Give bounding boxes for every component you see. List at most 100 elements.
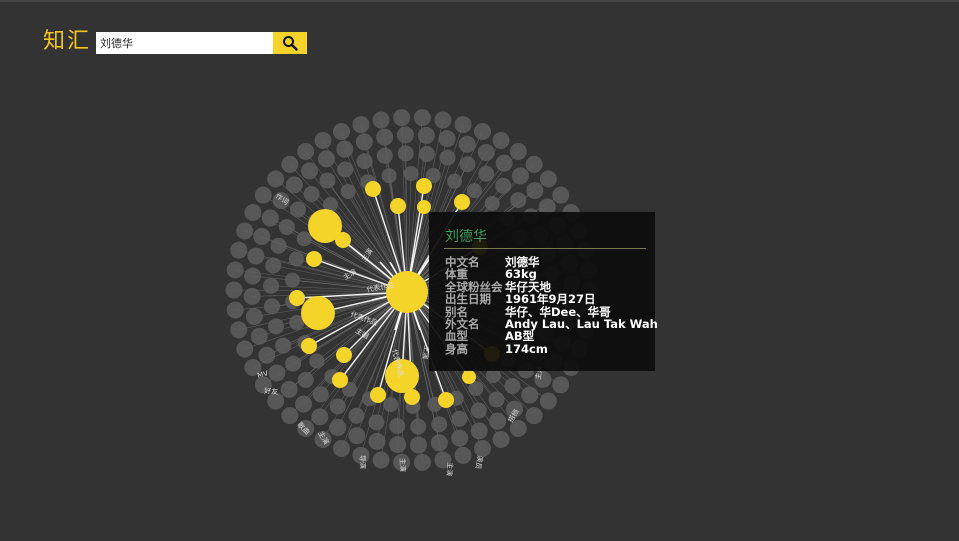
graph-node[interactable] xyxy=(418,145,435,162)
graph-node[interactable] xyxy=(311,408,329,426)
graph-node[interactable] xyxy=(430,434,448,452)
graph-node[interactable] xyxy=(417,126,435,144)
graph-node[interactable] xyxy=(263,277,280,294)
graph-node[interactable] xyxy=(368,432,386,450)
graph-node[interactable] xyxy=(253,228,271,246)
graph-node[interactable] xyxy=(552,186,570,204)
graph-node[interactable] xyxy=(300,162,318,180)
graph-node[interactable] xyxy=(510,192,527,209)
graph-node[interactable] xyxy=(492,131,510,149)
graph-node[interactable] xyxy=(439,149,456,166)
graph-node[interactable] xyxy=(247,247,265,265)
graph-node[interactable] xyxy=(539,392,557,410)
graph-node[interactable] xyxy=(413,453,431,471)
graph-entity-node[interactable] xyxy=(365,181,381,197)
graph-node[interactable] xyxy=(410,436,428,454)
graph-node[interactable] xyxy=(264,298,281,315)
graph-entity-node[interactable] xyxy=(370,387,386,403)
graph-node[interactable] xyxy=(285,176,303,194)
graph-node[interactable] xyxy=(244,267,262,285)
graph-node[interactable] xyxy=(466,183,482,199)
graph-center-node[interactable] xyxy=(386,271,428,313)
graph-node[interactable] xyxy=(348,407,365,424)
graph-node[interactable] xyxy=(265,257,282,274)
graph-node[interactable] xyxy=(458,135,476,153)
graph-node[interactable] xyxy=(275,337,292,354)
graph-node[interactable] xyxy=(451,410,468,427)
graph-node[interactable] xyxy=(447,173,463,189)
graph-node[interactable] xyxy=(340,183,356,199)
graph-node[interactable] xyxy=(431,416,448,433)
graph-node[interactable] xyxy=(236,340,254,358)
graph-node[interactable] xyxy=(539,170,557,188)
graph-node[interactable] xyxy=(509,143,527,161)
graph-node[interactable] xyxy=(393,109,411,127)
graph-node[interactable] xyxy=(261,209,279,227)
graph-node[interactable] xyxy=(470,402,487,419)
graph-entity-node[interactable] xyxy=(390,198,406,214)
graph-node[interactable] xyxy=(525,407,543,425)
graph-node[interactable] xyxy=(470,422,488,440)
graph-node[interactable] xyxy=(488,391,505,408)
graph-node[interactable] xyxy=(355,133,373,151)
graph-node[interactable] xyxy=(268,364,286,382)
graph-node[interactable] xyxy=(403,166,419,182)
graph-node[interactable] xyxy=(477,144,495,162)
graph-node[interactable] xyxy=(297,143,315,161)
graph-node[interactable] xyxy=(268,318,285,335)
graph-node[interactable] xyxy=(243,287,261,305)
graph-node[interactable] xyxy=(376,128,394,146)
graph-node[interactable] xyxy=(396,126,414,144)
graph-entity-node[interactable] xyxy=(404,389,420,405)
graph-entity-node[interactable] xyxy=(289,290,305,306)
graph-node[interactable] xyxy=(474,122,492,140)
graph-node[interactable] xyxy=(337,161,354,178)
graph-node[interactable] xyxy=(245,308,263,326)
graph-node[interactable] xyxy=(329,398,346,415)
graph-node[interactable] xyxy=(413,109,431,127)
graph-node[interactable] xyxy=(226,261,244,279)
graph-node[interactable] xyxy=(495,177,512,194)
graph-node[interactable] xyxy=(552,376,570,394)
graph-node[interactable] xyxy=(329,418,347,436)
graph-entity-node[interactable] xyxy=(332,372,348,388)
graph-node[interactable] xyxy=(495,154,513,172)
graph-node[interactable] xyxy=(332,122,350,140)
graph-node[interactable] xyxy=(521,386,539,404)
graph-node[interactable] xyxy=(332,440,350,458)
graph-node[interactable] xyxy=(389,418,406,435)
graph-node[interactable] xyxy=(478,165,495,182)
graph-node[interactable] xyxy=(296,231,312,247)
graph-entity-node[interactable] xyxy=(416,178,432,194)
graph-entity-node[interactable] xyxy=(438,392,454,408)
graph-node[interactable] xyxy=(270,237,287,254)
graph-entity-node[interactable] xyxy=(301,338,317,354)
graph-node[interactable] xyxy=(352,116,370,134)
graph-node[interactable] xyxy=(309,353,325,369)
graph-node[interactable] xyxy=(278,218,295,235)
graph-node[interactable] xyxy=(348,427,366,445)
graph-node[interactable] xyxy=(289,201,306,218)
graph-node[interactable] xyxy=(376,147,393,164)
graph-node[interactable] xyxy=(381,168,397,184)
graph-entity-node[interactable] xyxy=(306,251,322,267)
graph-node[interactable] xyxy=(368,414,385,431)
graph-node[interactable] xyxy=(454,446,472,464)
graph-node[interactable] xyxy=(314,131,332,149)
graph-node[interactable] xyxy=(312,386,329,403)
graph-node[interactable] xyxy=(372,451,390,469)
graph-node[interactable] xyxy=(230,321,248,339)
graph-node[interactable] xyxy=(225,281,243,299)
graph-node[interactable] xyxy=(230,241,248,259)
graph-node[interactable] xyxy=(372,111,390,129)
graph-node[interactable] xyxy=(389,436,407,454)
graph-entity-node[interactable] xyxy=(462,370,476,384)
graph-node[interactable] xyxy=(284,272,300,288)
graph-node[interactable] xyxy=(285,355,302,372)
graph-node[interactable] xyxy=(511,167,529,185)
graph-node[interactable] xyxy=(281,155,299,173)
graph-node[interactable] xyxy=(504,378,521,395)
graph-node[interactable] xyxy=(267,170,285,188)
graph-node[interactable] xyxy=(492,431,510,449)
graph-node[interactable] xyxy=(226,301,244,319)
